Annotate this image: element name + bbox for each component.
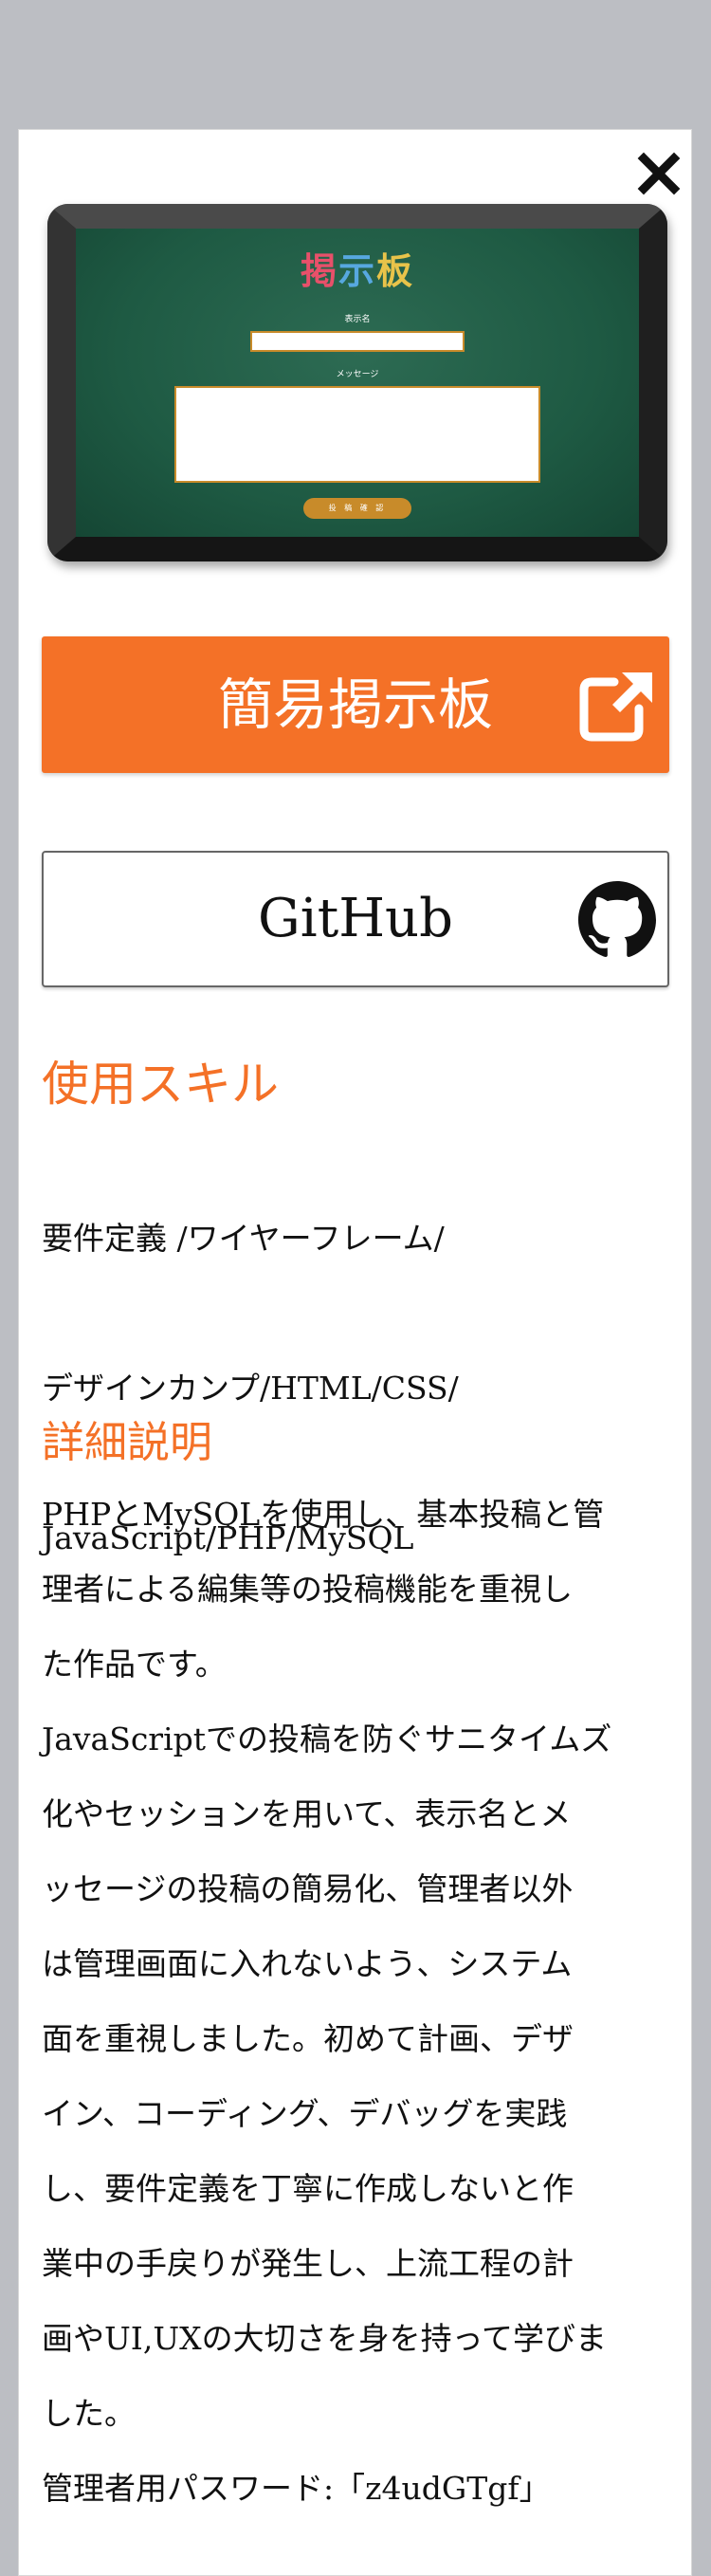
external-link-icon <box>579 672 652 742</box>
detail-line: PHPとMySQLを使用し、基本投稿と管 <box>42 1496 605 1533</box>
skills-heading: 使用スキル <box>42 1057 279 1112</box>
github-label: GitHub <box>258 888 453 949</box>
tablet-frame: 掲示板 表示名 メッセージ 投 稿 確 認 <box>47 204 667 561</box>
board-title-char: 示 <box>337 250 376 292</box>
preview-screen: 掲示板 表示名 メッセージ 投 稿 確 認 <box>76 229 639 537</box>
detail-line: ッセージの投稿の簡易化、管理者以外 <box>42 1870 574 1907</box>
detail-line: 面を重視しました。初めて計画、デザ <box>42 2020 574 2057</box>
github-icon <box>578 881 656 957</box>
detail-line: した。 <box>42 2395 136 2432</box>
detail-line: 理者による編集等の投稿機能を重視し <box>42 1571 574 1608</box>
open-site-button[interactable]: 簡易掲示板 <box>42 636 669 773</box>
detail-description: PHPとMySQLを使用し、基本投稿と管 理者による編集等の投稿機能を重視し た… <box>42 1477 667 2526</box>
board-title-char: 掲 <box>300 250 338 292</box>
site-preview-image: 掲示板 表示名 メッセージ 投 稿 確 認 <box>47 204 667 561</box>
open-site-label: 簡易掲示板 <box>217 672 493 737</box>
board-submit-button: 投 稿 確 認 <box>303 498 411 519</box>
github-button[interactable]: GitHub <box>42 851 669 987</box>
board-name-input <box>250 331 465 352</box>
work-detail-modal: 掲示板 表示名 メッセージ 投 稿 確 認 簡易掲示板 GitHub 使用スキル… <box>18 129 692 2576</box>
detail-line: 業中の手戻りが発生し、上流工程の計 <box>42 2245 574 2282</box>
detail-line: た作品です。 <box>42 1646 227 1683</box>
admin-password-line: 管理者用パスワード:「z4udGTgf」 <box>42 2470 551 2507</box>
board-title-char: 板 <box>376 250 415 292</box>
detail-line: は管理画面に入れないよう、システム <box>42 1945 573 1982</box>
board-title: 掲示板 <box>76 242 639 294</box>
board-name-label: 表示名 <box>344 315 371 324</box>
close-button[interactable] <box>630 145 687 202</box>
board-message-label: メッセージ <box>336 370 379 379</box>
detail-line: し、要件定義を丁寧に作成しないと作 <box>42 2170 574 2207</box>
detail-line: JavaScriptでの投稿を防ぐサニタイムズ <box>42 1720 612 1757</box>
detail-heading: 詳細説明 <box>42 1417 213 1467</box>
detail-line: イン、コーディング、デバッグを実践 <box>42 2095 568 2132</box>
detail-line: 化やセッションを用いて、表示名とメ <box>42 1795 572 1832</box>
skills-line: 要件定義 /ワイヤーフレーム/ <box>42 1220 445 1257</box>
close-icon <box>637 152 681 195</box>
board-message-textarea <box>174 386 540 483</box>
detail-line: 画やUI,UXの大切さを身を持って学びま <box>42 2320 607 2357</box>
